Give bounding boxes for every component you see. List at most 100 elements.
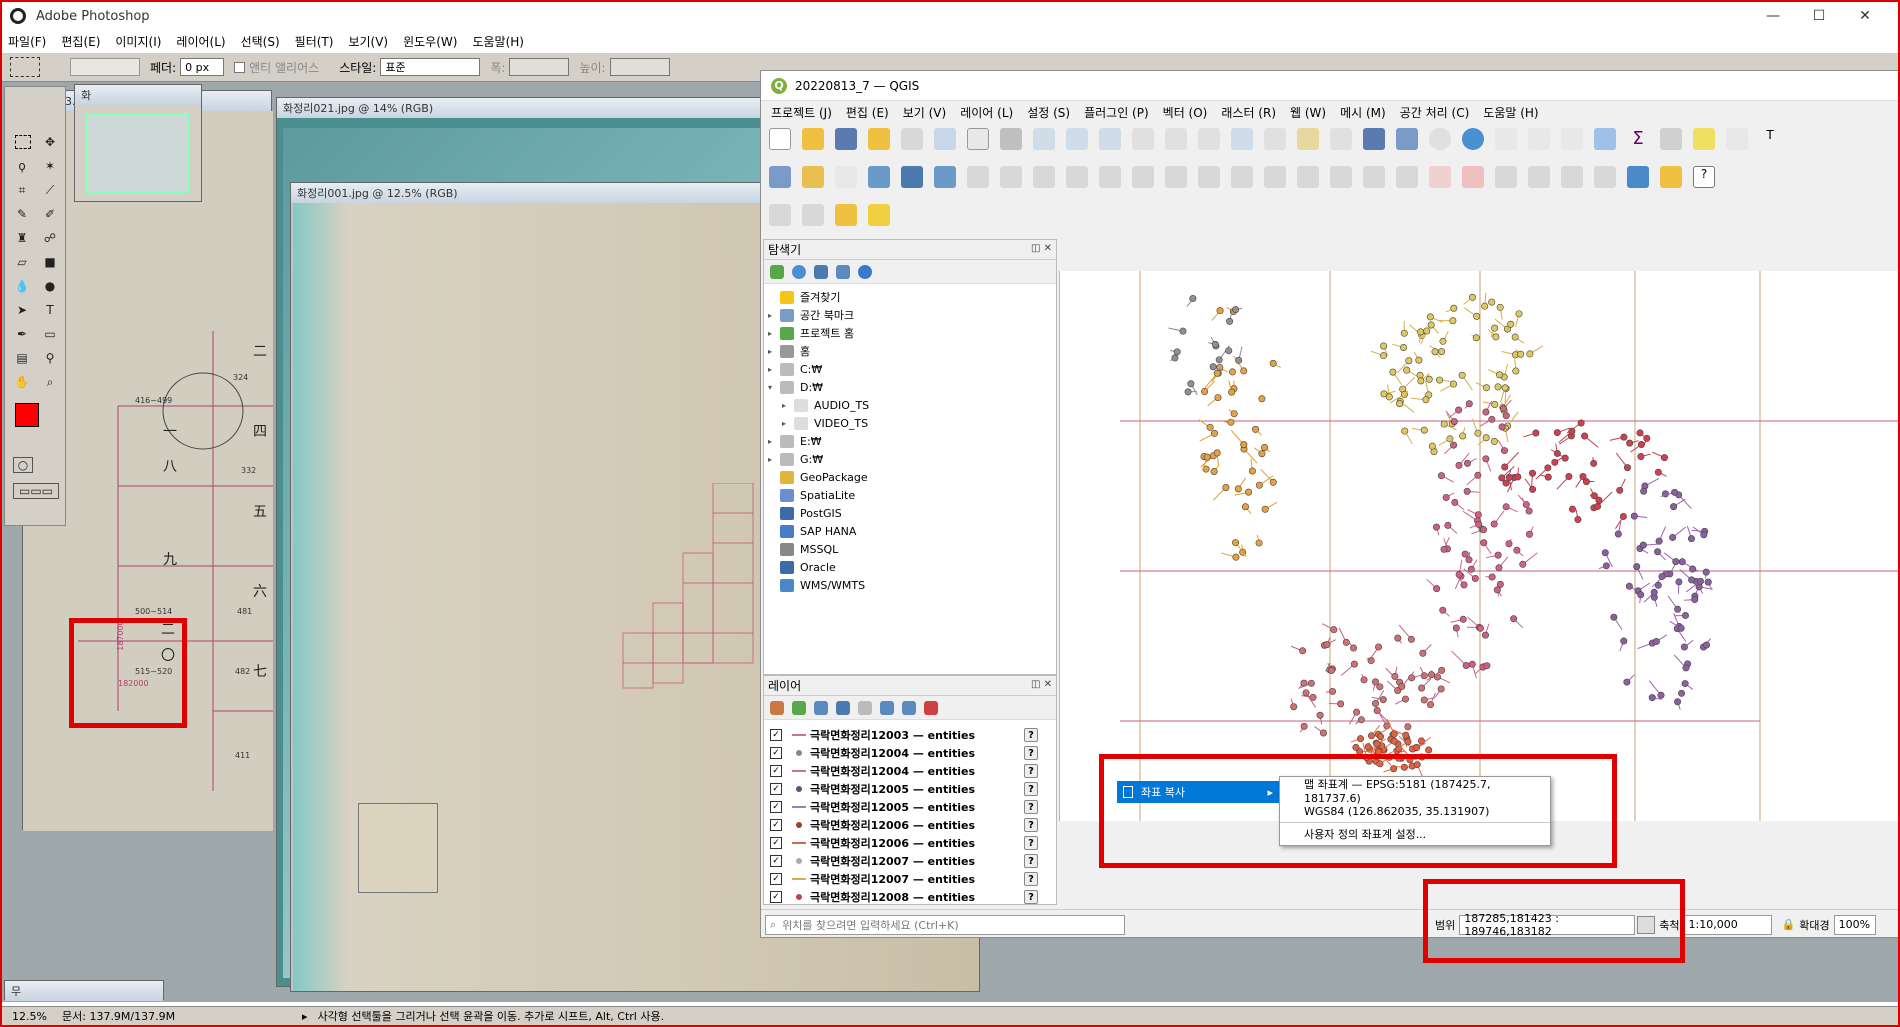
paste-features-icon[interactable] xyxy=(1264,166,1286,188)
show-bookmarks-icon[interactable] xyxy=(1396,128,1418,150)
locator-search-field[interactable]: ⌕ 위치를 찾으려면 입력하세요 (Ctrl+K) xyxy=(765,914,1125,935)
qmenu-edit[interactable]: 편집 (E) xyxy=(846,104,889,121)
toggle-editing-icon[interactable] xyxy=(1000,166,1022,188)
style-manager-icon[interactable] xyxy=(934,128,956,150)
pan-to-selection-icon[interactable] xyxy=(1000,128,1022,150)
layer-row[interactable]: ✓ 극락면화정리12005 — entities? xyxy=(764,780,1056,798)
expand-arrow-icon[interactable]: ▾ xyxy=(768,383,780,392)
expand-arrow-icon[interactable]: ▸ xyxy=(768,329,780,338)
save-as-icon[interactable] xyxy=(868,128,890,150)
plugin-car-icon[interactable] xyxy=(1627,166,1649,188)
add-selected-icon[interactable] xyxy=(770,264,784,279)
type-tool-icon[interactable]: T xyxy=(39,299,61,321)
layer-warning-icon[interactable]: ? xyxy=(1024,836,1038,850)
digitize-icon[interactable] xyxy=(1066,166,1088,188)
vertex-tool-icon[interactable] xyxy=(1099,166,1121,188)
healing-brush-icon[interactable]: ✎ xyxy=(11,203,33,225)
lock-icon[interactable]: 🔒 xyxy=(1782,918,1796,931)
label-abc-red-icon[interactable] xyxy=(1462,166,1484,188)
map-tips-icon[interactable] xyxy=(1693,128,1715,150)
layer-visibility-checkbox[interactable]: ✓ xyxy=(770,891,782,903)
menu-help[interactable]: 도움말(H) xyxy=(472,33,524,50)
add-mesh-icon[interactable] xyxy=(901,166,923,188)
print-layout-icon[interactable] xyxy=(901,128,923,150)
stamp-tool-icon[interactable]: ♜ xyxy=(11,227,33,249)
temporal-controller-icon[interactable] xyxy=(1429,128,1451,150)
add-vector-icon[interactable] xyxy=(835,166,857,188)
marquee-tool-preset-icon[interactable] xyxy=(10,57,40,77)
selection-mode-icons[interactable] xyxy=(70,58,140,76)
add-virtual-layer-icon[interactable] xyxy=(934,166,956,188)
layer-row[interactable]: ✓ 극락면화정리12004 — entities? xyxy=(764,744,1056,762)
shape-tool-icon[interactable]: ▭ xyxy=(39,323,61,345)
layer-row[interactable]: ✓ 극락면화정리12007 — entities? xyxy=(764,852,1056,870)
zoom-in-icon[interactable] xyxy=(1033,128,1055,150)
label-rotate-icon[interactable] xyxy=(1528,166,1550,188)
eraser-tool-icon[interactable]: ▱ xyxy=(11,251,33,273)
qmenu-raster[interactable]: 래스터 (R) xyxy=(1221,104,1276,121)
expand-arrow-icon[interactable]: ▸ xyxy=(768,365,780,374)
browser-item[interactable]: ▸ AUDIO_TS xyxy=(768,396,1056,414)
pan-icon[interactable] xyxy=(967,128,989,150)
dodge-tool-icon[interactable]: ● xyxy=(39,275,61,297)
qmenu-mesh[interactable]: 메시 (M) xyxy=(1340,104,1386,121)
layer-warning-icon[interactable]: ? xyxy=(1024,800,1038,814)
processing-toolbox-icon[interactable] xyxy=(1594,128,1616,150)
doc-title[interactable]: 화정리021.jpg @ 14% (RGB) xyxy=(277,98,835,118)
layer-warning-icon[interactable]: ? xyxy=(1024,890,1038,904)
measure-icon[interactable] xyxy=(1660,128,1682,150)
filter-browser-icon[interactable] xyxy=(814,264,828,279)
layer-row[interactable]: ✓ 극락면화정리12006 — entities? xyxy=(764,816,1056,834)
brush-tool-icon[interactable]: ✐ xyxy=(39,203,61,225)
browser-item[interactable]: ▸ G:₩ xyxy=(768,450,1056,468)
layer-visibility-checkbox[interactable]: ✓ xyxy=(770,819,782,831)
feather-input[interactable]: 0 px xyxy=(180,58,225,76)
qmenu-view[interactable]: 보기 (V) xyxy=(903,104,946,121)
qmenu-project[interactable]: 프로젝트 (J) xyxy=(771,104,832,121)
minimized-doc-tab[interactable]: 무 xyxy=(4,980,164,1001)
layer-visibility-checkbox[interactable]: ✓ xyxy=(770,801,782,813)
info-icon[interactable] xyxy=(858,264,872,279)
browser-item[interactable]: SAP HANA xyxy=(768,522,1056,540)
select-location-icon[interactable] xyxy=(868,204,890,226)
label-abc-icon[interactable] xyxy=(1429,166,1451,188)
current-edits-icon[interactable] xyxy=(967,166,989,188)
browser-item[interactable]: ▸ 홈 xyxy=(768,342,1056,360)
browser-item[interactable]: WMS/WMTS xyxy=(768,576,1056,594)
browser-item[interactable]: ▸ C:₩ xyxy=(768,360,1056,378)
layer-visibility-checkbox[interactable]: ✓ xyxy=(770,729,782,741)
browser-item[interactable]: 즐겨찾기 xyxy=(768,288,1056,306)
zoom-native-icon[interactable] xyxy=(1198,128,1220,150)
layer-warning-icon[interactable]: ? xyxy=(1024,854,1038,868)
close-button[interactable]: ✕ xyxy=(1842,2,1888,30)
data-source-manager-icon[interactable] xyxy=(769,166,791,188)
layer-visibility-checkbox[interactable]: ✓ xyxy=(770,855,782,867)
antialias-checkbox[interactable] xyxy=(234,61,246,73)
identify-icon[interactable] xyxy=(1495,128,1517,150)
field-calculator-icon[interactable] xyxy=(1561,128,1583,150)
qmenu-settings[interactable]: 설정 (S) xyxy=(1027,104,1070,121)
layer-row[interactable]: ✓ 극락면화정리12008 — entities? xyxy=(764,888,1056,906)
notes-tool-icon[interactable]: ▤ xyxy=(11,347,33,369)
menu-edit[interactable]: 편집(E) xyxy=(61,33,100,50)
gradient-tool-icon[interactable]: ■ xyxy=(39,251,61,273)
expand-arrow-icon[interactable]: ▸ xyxy=(768,455,780,464)
new-bookmark-icon[interactable] xyxy=(1363,128,1385,150)
copy-features-icon[interactable] xyxy=(1231,166,1253,188)
marquee-tool-icon[interactable] xyxy=(15,135,31,149)
document-size[interactable]: 문서: 137.9M/137.9M xyxy=(62,1008,272,1024)
add-group-icon[interactable] xyxy=(792,700,806,715)
zoom-out-icon[interactable] xyxy=(1066,128,1088,150)
select-by-value-icon[interactable] xyxy=(802,204,824,226)
layer-warning-icon[interactable]: ? xyxy=(1024,782,1038,796)
qmenu-vector[interactable]: 벡터 (O) xyxy=(1163,104,1208,121)
menu-window[interactable]: 윈도우(W) xyxy=(403,33,457,50)
zoom-last-icon[interactable] xyxy=(1231,128,1253,150)
annotation-icon[interactable] xyxy=(1726,128,1748,150)
zoom-full-icon[interactable] xyxy=(1099,128,1121,150)
new-map-view-icon[interactable] xyxy=(1297,128,1319,150)
layer-visibility-checkbox[interactable]: ✓ xyxy=(770,783,782,795)
blur-tool-icon[interactable]: 💧 xyxy=(11,275,33,297)
refresh-icon[interactable] xyxy=(1462,128,1484,150)
label-change-icon[interactable] xyxy=(1561,166,1583,188)
